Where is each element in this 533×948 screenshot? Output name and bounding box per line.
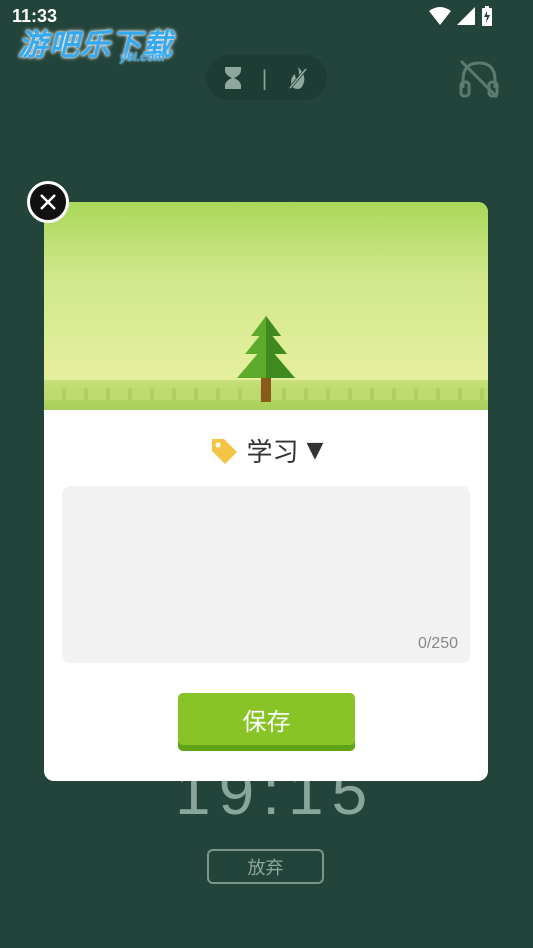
close-button[interactable] bbox=[27, 181, 69, 223]
headphone-off-icon[interactable] bbox=[458, 58, 500, 100]
tree-icon bbox=[237, 316, 295, 402]
watermark-domain: y8l.com bbox=[120, 50, 165, 64]
hourglass-icon[interactable] bbox=[223, 66, 243, 90]
give-up-button[interactable]: 放弃 bbox=[207, 849, 324, 884]
dropdown-arrow-icon: ▼ bbox=[306, 438, 324, 463]
note-char-count: 0/250 bbox=[417, 635, 458, 652]
mode-divider: | bbox=[261, 65, 268, 90]
status-icons bbox=[429, 6, 493, 26]
note-input[interactable]: 0/250 bbox=[62, 486, 470, 663]
tag-selector[interactable]: 学习 ▼ bbox=[44, 432, 488, 469]
no-flame-icon[interactable] bbox=[286, 65, 310, 91]
tree-scene bbox=[44, 202, 488, 410]
save-button[interactable]: 保存 bbox=[178, 693, 355, 751]
wifi-icon bbox=[429, 7, 451, 25]
tag-dialog: 学习 ▼ 0/250 保存 bbox=[44, 202, 488, 781]
tag-icon bbox=[211, 438, 237, 464]
close-icon bbox=[40, 194, 56, 210]
mode-toggle[interactable]: | bbox=[206, 55, 327, 100]
signal-icon bbox=[457, 7, 475, 25]
tag-label: 学习 bbox=[246, 438, 299, 468]
battery-icon bbox=[482, 6, 492, 26]
